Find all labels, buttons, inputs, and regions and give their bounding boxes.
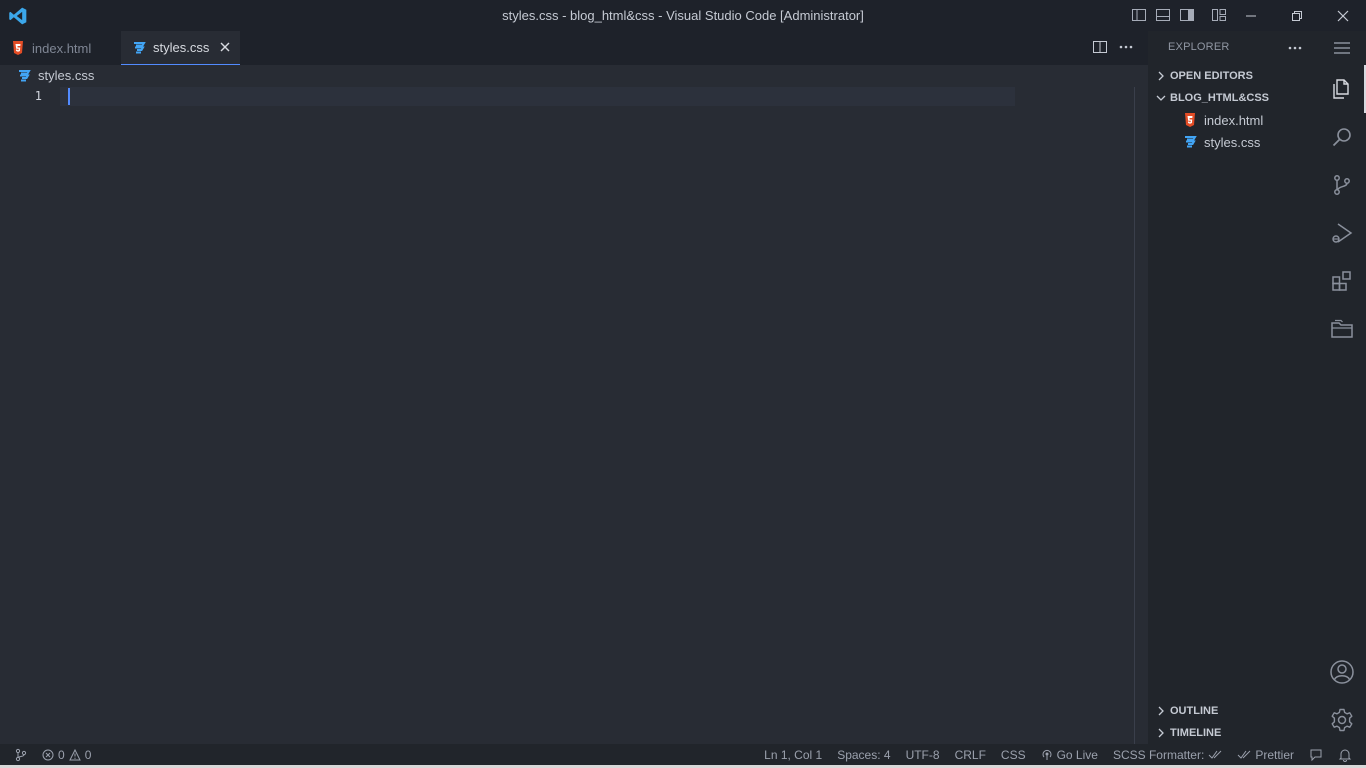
toggle-panel-icon[interactable]: [1154, 6, 1172, 24]
run-debug-icon[interactable]: [1318, 209, 1366, 257]
warning-icon: [68, 749, 81, 761]
chevron-down-icon: [1154, 91, 1168, 105]
extensions-icon[interactable]: [1318, 257, 1366, 305]
section-outline[interactable]: OUTLINE: [1148, 700, 1318, 722]
css-file-icon: [18, 69, 32, 83]
accounts-icon[interactable]: [1318, 648, 1366, 696]
current-line-highlight: [60, 87, 1015, 106]
check-all-icon: [1208, 750, 1222, 759]
css-file-icon: [133, 41, 147, 55]
section-label: TIMELINE: [1170, 727, 1222, 739]
go-live-label: Go Live: [1056, 748, 1098, 762]
section-open-editors[interactable]: OPEN EDITORS: [1148, 65, 1318, 87]
tab-index-html[interactable]: index.html: [0, 31, 120, 65]
file-index-html[interactable]: index.html: [1148, 109, 1318, 131]
chevron-right-icon: [1154, 726, 1168, 740]
section-label: BLOG_HTML&CSS: [1170, 92, 1269, 104]
minimize-icon[interactable]: [1228, 0, 1274, 31]
editor-area[interactable]: styles.css 1: [0, 65, 1148, 744]
scss-formatter-status[interactable]: SCSS Formatter:: [1113, 748, 1222, 762]
editor-scrollbar[interactable]: [1134, 87, 1135, 744]
go-live-button[interactable]: Go Live: [1041, 748, 1098, 762]
explorer-more-icon[interactable]: [1286, 39, 1304, 57]
tab-styles-css[interactable]: styles.css: [121, 31, 240, 65]
problems-indicator[interactable]: 0 0: [42, 748, 91, 762]
language-mode[interactable]: CSS: [1001, 748, 1026, 762]
search-icon[interactable]: [1318, 113, 1366, 161]
text-cursor: [68, 88, 70, 105]
feedback-icon[interactable]: [1309, 748, 1323, 762]
breadcrumb-label[interactable]: styles.css: [38, 68, 94, 83]
close-icon[interactable]: [1320, 0, 1366, 31]
prettier-status[interactable]: Prettier: [1237, 748, 1294, 762]
more-actions-icon[interactable]: [1118, 39, 1134, 55]
restore-icon[interactable]: [1274, 0, 1320, 31]
file-styles-css[interactable]: styles.css: [1148, 131, 1318, 153]
error-icon: [42, 749, 54, 761]
html-file-icon: [1184, 113, 1198, 127]
source-control-icon[interactable]: [1318, 161, 1366, 209]
error-count: 0: [58, 748, 65, 762]
notifications-bell-icon[interactable]: [1338, 748, 1352, 762]
file-label: index.html: [1204, 112, 1264, 128]
title-bar: styles.css - blog_html&css - Visual Stud…: [0, 0, 1366, 31]
indentation[interactable]: Spaces: 4: [837, 748, 890, 762]
remote-indicator[interactable]: [14, 748, 28, 762]
tab-label: styles.css: [153, 40, 210, 55]
toggle-secondary-sidebar-icon[interactable]: [1178, 6, 1196, 24]
file-label: styles.css: [1204, 134, 1261, 150]
warning-count: 0: [84, 748, 92, 762]
cursor-position[interactable]: Ln 1, Col 1: [764, 748, 822, 762]
check-all-icon: [1237, 750, 1251, 759]
section-folder[interactable]: BLOG_HTML&CSS: [1148, 87, 1318, 109]
tab-label: index.html: [32, 40, 92, 56]
explorer-icon[interactable]: [1318, 65, 1366, 113]
remote-explorer-icon[interactable]: [1318, 305, 1366, 353]
customize-layout-icon[interactable]: [1210, 6, 1228, 24]
scss-formatter-label: SCSS Formatter:: [1112, 748, 1205, 762]
prettier-label: Prettier: [1255, 748, 1294, 762]
encoding[interactable]: UTF-8: [906, 748, 940, 762]
line-number: 1: [34, 89, 42, 103]
activity-bar: [1318, 31, 1366, 744]
editor-tab-bar: index.html styles.css: [0, 31, 1148, 65]
explorer-sidebar: EXPLORER OPEN EDITORS BLOG_HTML&CSS inde…: [1148, 31, 1318, 744]
chevron-right-icon: [1154, 69, 1168, 83]
section-timeline[interactable]: TIMELINE: [1148, 722, 1318, 744]
end-of-line[interactable]: CRLF: [955, 748, 986, 762]
css-file-icon: [1184, 135, 1198, 149]
toggle-primary-sidebar-icon[interactable]: [1130, 6, 1148, 24]
section-label: OPEN EDITORS: [1170, 70, 1253, 82]
breadcrumb[interactable]: styles.css: [18, 68, 94, 83]
broadcast-icon: [1042, 749, 1052, 760]
close-tab-icon[interactable]: [218, 40, 232, 54]
chevron-right-icon: [1154, 704, 1168, 718]
html-file-icon: [12, 41, 26, 55]
settings-gear-icon[interactable]: [1318, 696, 1366, 744]
remote-icon: [15, 748, 27, 762]
menu-icon[interactable]: [1332, 40, 1352, 56]
split-editor-icon[interactable]: [1092, 39, 1108, 55]
section-label: OUTLINE: [1170, 705, 1219, 717]
explorer-title: EXPLORER: [1168, 41, 1230, 53]
